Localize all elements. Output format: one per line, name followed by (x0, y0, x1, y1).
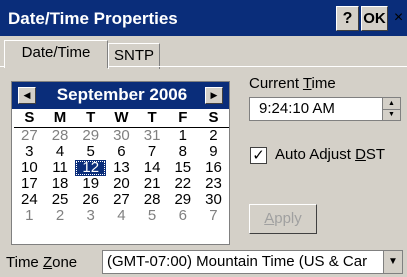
help-button[interactable]: ? (336, 6, 359, 31)
calendar-day[interactable]: 31 (137, 128, 168, 144)
ok-button[interactable]: OK (361, 6, 388, 31)
calendar: ◀ September 2006 ▶ SMTWTFS 27 28 29 30 31 1 2 3… (11, 81, 230, 245)
weekday-label: T (147, 109, 157, 126)
weekday-label: W (114, 109, 129, 126)
calendar-day[interactable]: 3 (14, 144, 45, 160)
calendar-day[interactable]: 23 (198, 176, 229, 192)
weekday-label: F (178, 109, 188, 126)
calendar-day[interactable]: 6 (167, 208, 198, 224)
weekday-label: T (86, 109, 96, 126)
calendar-day[interactable]: 2 (45, 208, 76, 224)
calendar-day[interactable]: 28 (45, 128, 76, 144)
weekday-label: S (208, 109, 219, 126)
calendar-day[interactable]: 24 (14, 192, 45, 208)
calendar-day[interactable]: 20 (106, 176, 137, 192)
calendar-day[interactable]: 4 (45, 144, 76, 160)
calendar-day[interactable]: 2 (198, 128, 229, 144)
calendar-week: 1234567 (14, 208, 229, 224)
calendar-day-selected[interactable]: 12 (75, 160, 107, 176)
chevron-down-icon[interactable]: ▼ (383, 251, 402, 273)
prev-month-icon[interactable]: ◀ (18, 87, 36, 104)
calendar-day[interactable]: 3 (75, 208, 106, 224)
calendar-grid: SMTWTFS 27 28 29 30 31 1 2 3 4 5 6 7 8 9 10 11 12 13 14 15 1… (14, 110, 229, 224)
calendar-day[interactable]: 4 (106, 208, 137, 224)
calendar-day[interactable]: 30 (198, 192, 229, 208)
weekday-label: M (53, 109, 67, 126)
calendar-day[interactable]: 19 (75, 176, 106, 192)
calendar-day[interactable]: 1 (167, 128, 198, 144)
calendar-day[interactable]: 16 (198, 160, 229, 176)
calendar-day[interactable]: 29 (167, 192, 198, 208)
calendar-day[interactable]: 11 (45, 160, 76, 176)
time-input[interactable]: 9:24:10 AM (249, 97, 401, 121)
calendar-day[interactable]: 29 (75, 128, 106, 144)
calendar-day[interactable]: 5 (137, 208, 168, 224)
close-button[interactable]: × (390, 6, 407, 31)
apply-button[interactable]: Apply (249, 204, 317, 234)
next-month-icon[interactable]: ▶ (205, 87, 223, 104)
calendar-day[interactable]: 26 (75, 192, 106, 208)
calendar-day[interactable]: 14 (137, 160, 168, 176)
current-time-label: Current Time (249, 75, 336, 92)
auto-dst-label[interactable]: Auto Adjust DST (275, 146, 385, 163)
spin-down-icon[interactable]: ▼ (383, 109, 400, 120)
calendar-day[interactable]: 9 (198, 144, 229, 160)
calendar-day[interactable]: 1 (14, 208, 45, 224)
weekday-label: S (24, 109, 35, 126)
title-bar: Date/Time Properties ? OK × (0, 0, 407, 36)
month-label[interactable]: September 2006 (42, 85, 202, 105)
calendar-day[interactable]: 25 (45, 192, 76, 208)
tab-date-time[interactable]: Date/Time (4, 40, 108, 68)
calendar-day[interactable]: 8 (167, 144, 198, 160)
calendar-day[interactable]: 21 (137, 176, 168, 192)
calendar-day[interactable]: 18 (45, 176, 76, 192)
auto-dst-checkbox[interactable]: ✓ (250, 147, 267, 164)
calendar-day[interactable]: 5 (75, 144, 106, 160)
calendar-day[interactable]: 7 (198, 208, 229, 224)
calendar-day[interactable]: 7 (137, 144, 168, 160)
calendar-day[interactable]: 10 (14, 160, 45, 176)
calendar-day[interactable]: 27 (14, 128, 45, 144)
calendar-week: 27 28 29 30 31 1 2 (14, 128, 229, 144)
calendar-week: 3456789 (14, 144, 229, 160)
time-zone-select[interactable]: (GMT-07:00) Mountain Time (US & Car (102, 250, 403, 274)
calendar-day[interactable]: 13 (106, 160, 137, 176)
calendar-day[interactable]: 17 (14, 176, 45, 192)
time-spinner[interactable]: ▲ ▼ (382, 97, 401, 121)
calendar-day[interactable]: 30 (106, 128, 137, 144)
calendar-week: 17 18 19 20 21 22 23 (14, 176, 229, 192)
calendar-day[interactable]: 15 (167, 160, 198, 176)
calendar-day[interactable]: 27 (106, 192, 137, 208)
calendar-header: ◀ September 2006 ▶ (12, 82, 229, 109)
window-title: Date/Time Properties (8, 9, 178, 28)
calendar-day[interactable]: 6 (106, 144, 137, 160)
calendar-week: 24 25 26 27 28 29 30 (14, 192, 229, 208)
calendar-day[interactable]: 22 (167, 176, 198, 192)
calendar-day[interactable]: 28 (137, 192, 168, 208)
time-zone-label: Time Zone (6, 254, 78, 271)
weekday-header: SMTWTFS (14, 110, 229, 128)
calendar-week: 10 11 12 13 14 15 16 (14, 160, 229, 176)
